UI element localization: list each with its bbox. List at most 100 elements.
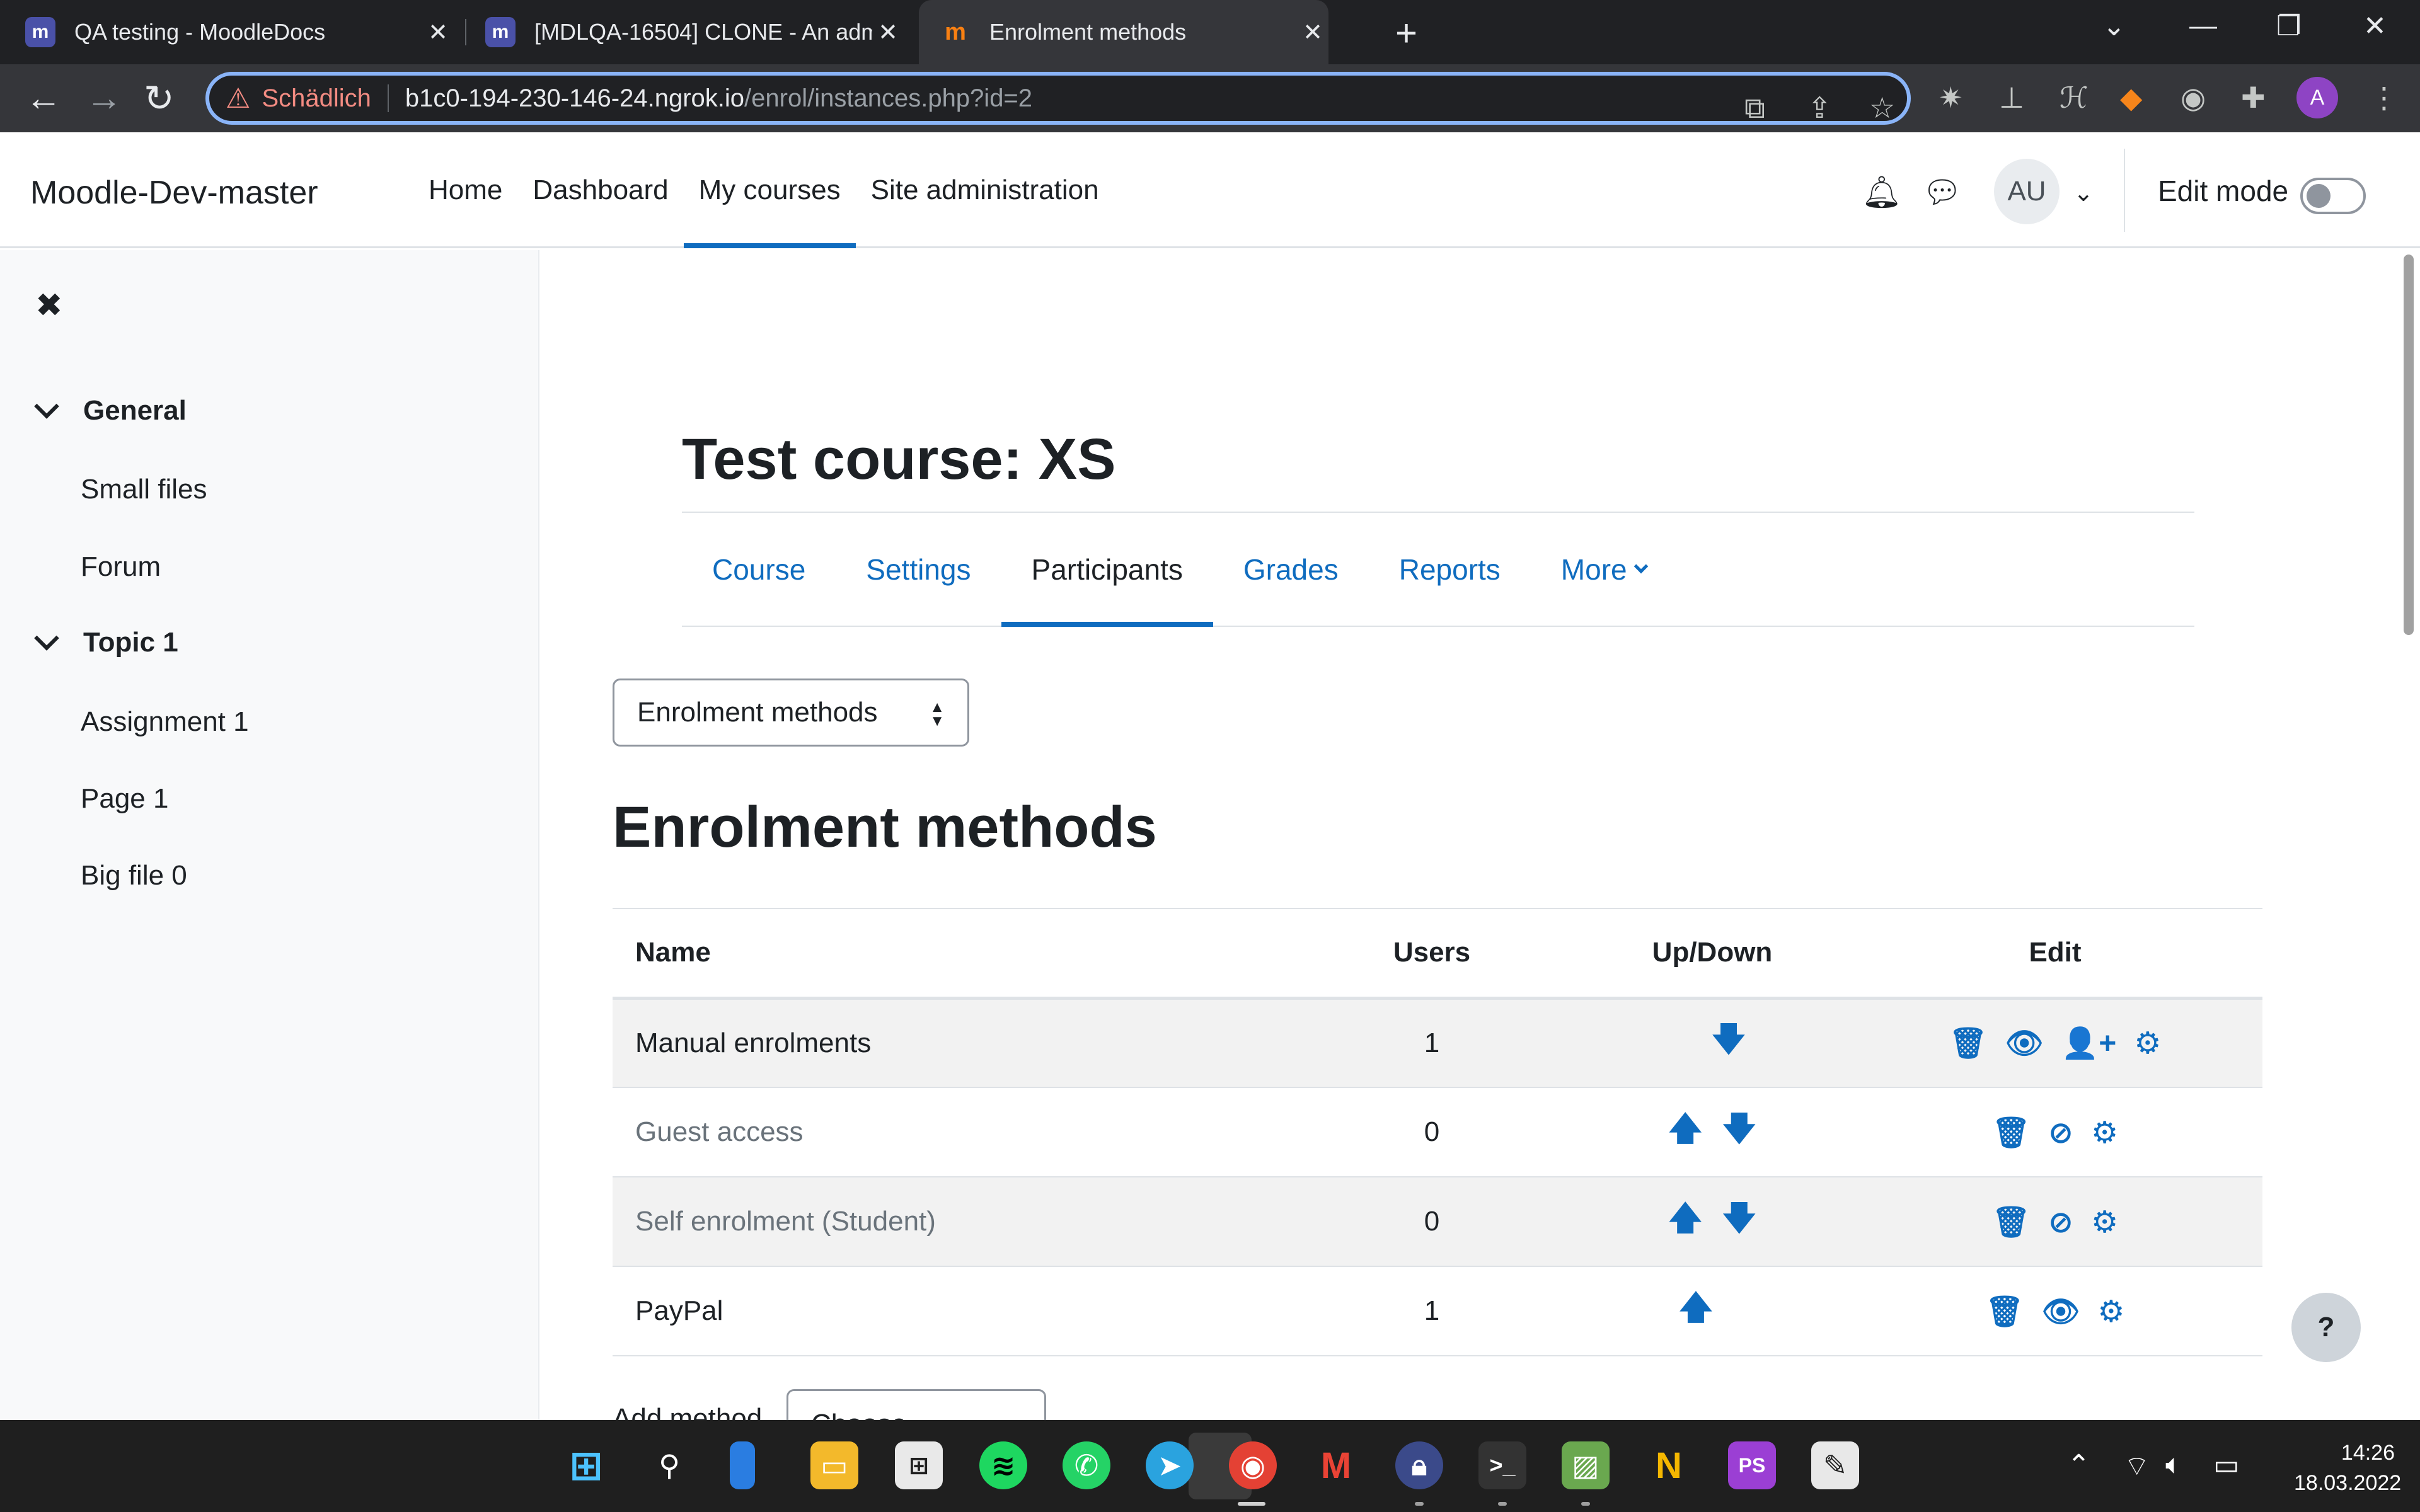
tab-close-icon[interactable]: ✕ [422, 18, 454, 47]
participants-page-select[interactable]: Enrolment methods ▲ ▼ [613, 679, 969, 747]
chevron-down-icon[interactable] [34, 394, 59, 419]
trash-icon[interactable]: 🗑︎ [1992, 1114, 2031, 1150]
cog-icon[interactable]: ⚙ [2097, 1294, 2124, 1329]
gmail-icon[interactable]: M [1312, 1441, 1360, 1489]
search-icon[interactable]: ⚲ [645, 1441, 693, 1489]
new-tab-icon[interactable]: + [1395, 11, 1417, 55]
extension-translator-icon[interactable]: ℋ [2060, 81, 2088, 115]
spotify-icon[interactable]: ≋ [979, 1441, 1027, 1489]
drawer-item-page-1[interactable]: Page 1 [81, 783, 168, 815]
bookmark-star-icon[interactable]: ☆ [1869, 91, 1895, 125]
scrollbar-thumb[interactable] [2404, 255, 2414, 635]
cog-icon[interactable]: ⚙ [2091, 1115, 2118, 1150]
help-button[interactable]: ? [2291, 1293, 2361, 1362]
image-viewer-icon[interactable]: ▨ [1562, 1441, 1610, 1489]
edit-mode-toggle[interactable] [2300, 178, 2366, 214]
drawer-item-small-files[interactable]: Small files [81, 474, 207, 505]
arrow-up-icon[interactable]: 🡅 [1669, 1104, 1702, 1160]
tab-more[interactable]: More [1531, 513, 1676, 626]
browser-tab-enrolment-methods[interactable]: m Enrolment methods ✕ [919, 0, 1328, 64]
drawer-item-assignment-1[interactable]: Assignment 1 [81, 706, 249, 738]
browser-tab-qa-testing[interactable]: m QA testing - MoodleDocs ✕ [25, 0, 454, 64]
notifications-bell-icon[interactable]: 🔔︎ [1862, 174, 1901, 211]
phpstorm-icon[interactable]: PS [1728, 1441, 1776, 1489]
telegram-icon[interactable]: ➤ [1146, 1441, 1194, 1489]
forward-icon[interactable]: → [86, 77, 122, 119]
arrow-down-icon[interactable]: 🡇 [1722, 1104, 1756, 1160]
close-drawer-icon[interactable]: ✖ [35, 287, 63, 324]
notes-app-icon[interactable]: N [1645, 1441, 1693, 1489]
terminal-icon[interactable]: >_ [1478, 1441, 1526, 1489]
extension-circle-icon[interactable]: ◉ [2181, 81, 2206, 115]
section-title[interactable]: Topic 1 [83, 627, 178, 658]
widgets-icon[interactable] [730, 1441, 755, 1489]
share-icon[interactable]: ⇪ [1807, 91, 1832, 125]
whatsapp-icon[interactable]: ✆ [1063, 1441, 1110, 1489]
reload-icon[interactable]: ↻ [144, 77, 175, 120]
enrol-users-icon[interactable]: 👤+ [2061, 1025, 2117, 1061]
tab-search-icon[interactable]: ⌄ [2102, 10, 2126, 42]
battery-icon[interactable]: ▭ [2213, 1449, 2240, 1481]
nav-my-courses[interactable]: My courses [683, 132, 856, 248]
tab-settings[interactable]: Settings [836, 513, 1001, 626]
eye-slash-icon[interactable]: ⊘ [2048, 1115, 2073, 1150]
chevron-up-icon[interactable]: ⌃ [2067, 1449, 2090, 1481]
tab-reports[interactable]: Reports [1369, 513, 1531, 626]
address-bar[interactable]: ⚠ Schädlich b1c0-194-230-146-24.ngrok.io… [205, 72, 1911, 125]
profile-avatar[interactable]: A [2296, 77, 2338, 118]
extension-stamp-icon[interactable]: ⊥ [1999, 81, 2024, 115]
eye-slash-icon[interactable]: ⊘ [2048, 1205, 2073, 1240]
sourcetree-icon[interactable]: ✎ [1811, 1441, 1859, 1489]
tab-course[interactable]: Course [682, 513, 836, 626]
user-menu-chevron-down-icon[interactable]: ⌄ [2073, 179, 2094, 207]
eye-icon[interactable]: 👁︎ [2041, 1293, 2080, 1329]
arrow-up-icon[interactable]: 🡅 [1679, 1283, 1712, 1339]
volume-icon[interactable]: 🔈︎ [2165, 1449, 2182, 1480]
chevron-down-icon[interactable] [34, 626, 59, 651]
tab-close-icon[interactable]: ✕ [1297, 18, 1328, 47]
translate-icon[interactable]: ⧉ [1744, 91, 1765, 126]
cog-icon[interactable]: ⚙ [2134, 1026, 2161, 1061]
messages-icon[interactable]: 💬︎ [1922, 174, 1962, 211]
trash-icon[interactable]: 🗑︎ [1986, 1293, 2024, 1329]
browser-tab-mdlqa[interactable]: m [MDLQA-16504] CLONE - An adm ✕ [485, 0, 904, 64]
drawer-item-forum[interactable]: Forum [81, 551, 161, 583]
cog-icon[interactable]: ⚙ [2091, 1205, 2118, 1240]
nav-dashboard[interactable]: Dashboard [517, 132, 683, 248]
drawer-item-big-file-0[interactable]: Big file 0 [81, 860, 187, 891]
metamask-icon[interactable]: ◆ [2120, 81, 2142, 115]
drawer-section-general[interactable]: General [34, 394, 187, 427]
arrow-up-icon[interactable]: 🡅 [1669, 1194, 1702, 1250]
chrome-icon[interactable]: ◉ [1229, 1441, 1277, 1489]
arrow-down-icon[interactable]: 🡇 [1712, 1015, 1745, 1071]
extension-gear-icon[interactable]: ✷ [1939, 81, 1963, 115]
tab-participants[interactable]: Participants [1001, 513, 1214, 627]
store-icon[interactable]: ⊞ [895, 1441, 943, 1489]
section-title[interactable]: General [83, 395, 187, 427]
extensions-puzzle-icon[interactable]: ✚ [2241, 81, 2266, 115]
browser-menu-icon[interactable]: ⋮ [2370, 81, 2399, 115]
trash-icon[interactable]: 🗑︎ [1992, 1204, 2031, 1240]
nav-site-administration[interactable]: Site administration [856, 132, 1114, 248]
arrow-down-icon[interactable]: 🡇 [1722, 1194, 1756, 1250]
wifi-icon[interactable]: ⌔ [2124, 1449, 2150, 1484]
tab-close-icon[interactable]: ✕ [872, 18, 904, 47]
vpn-lock-icon[interactable]: 🔒︎ [1395, 1441, 1443, 1489]
eye-icon[interactable]: 👁︎ [2005, 1025, 2044, 1061]
security-warning-label[interactable]: Schädlich [262, 84, 371, 113]
nav-home[interactable]: Home [413, 132, 517, 248]
drawer-section-topic-1[interactable]: Topic 1 [34, 626, 178, 658]
add-method-select[interactable]: Choose... [786, 1389, 1046, 1420]
window-close-icon[interactable]: ✕ [2363, 10, 2387, 42]
system-clock[interactable]: 14:26 18.03.2022 [2294, 1438, 2401, 1498]
site-brand[interactable]: Moodle-Dev-master [30, 174, 318, 212]
back-icon[interactable]: ← [25, 77, 62, 119]
windows-start-icon[interactable]: ⊞ [562, 1441, 610, 1489]
trash-icon[interactable]: 🗑︎ [1949, 1025, 1988, 1061]
user-avatar[interactable]: AU [1994, 159, 2060, 224]
minimize-icon[interactable]: — [2189, 10, 2217, 42]
file-explorer-icon[interactable]: ▭ [810, 1441, 858, 1489]
restore-icon[interactable]: ❐ [2276, 10, 2301, 42]
tab-grades[interactable]: Grades [1213, 513, 1369, 626]
warning-icon: ⚠ [226, 83, 251, 114]
